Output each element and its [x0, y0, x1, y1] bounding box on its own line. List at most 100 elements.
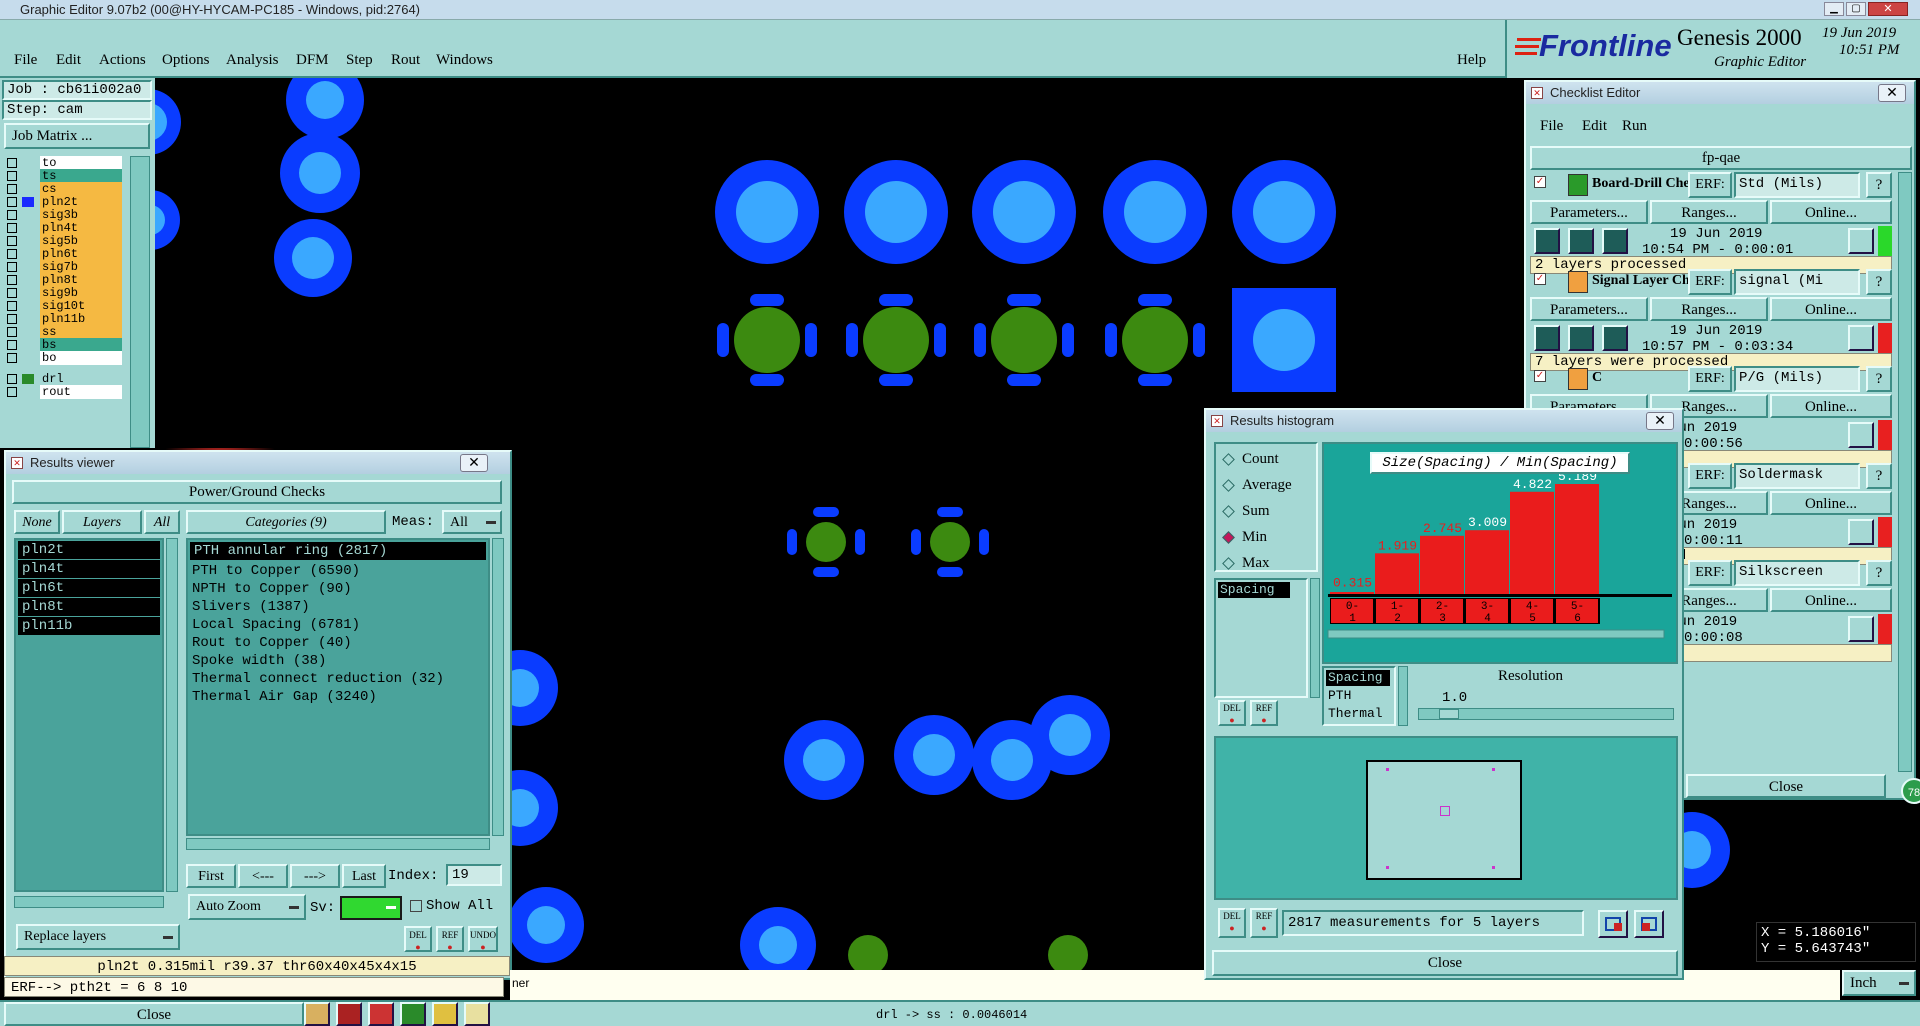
menu-file[interactable]: File: [14, 52, 37, 69]
help-button[interactable]: ?: [1866, 366, 1892, 392]
layer-checkbox[interactable]: [7, 340, 17, 350]
layer-checkbox[interactable]: [7, 210, 17, 220]
layer-name[interactable]: pln11b: [40, 312, 122, 326]
results-layer-scrollbar[interactable]: [166, 538, 178, 892]
erf-value[interactable]: Silkscreen: [1734, 560, 1860, 586]
item-checkbox[interactable]: ✓: [1534, 370, 1546, 382]
help-button[interactable]: ?: [1866, 463, 1892, 489]
layer-name[interactable]: sig9b: [40, 286, 122, 300]
layer-name[interactable]: drl: [40, 372, 122, 386]
category-item[interactable]: Slivers (1387): [188, 598, 488, 616]
item-checkbox[interactable]: ✓: [1534, 273, 1546, 285]
categories-button[interactable]: Categories (9): [186, 510, 386, 534]
category-item[interactable]: Thermal Air Gap (3240): [188, 688, 488, 706]
main-close-button[interactable]: Close: [4, 1002, 304, 1026]
layer-checkbox[interactable]: [7, 327, 17, 337]
close-icon[interactable]: ✕: [1868, 2, 1908, 16]
field-scrollbar[interactable]: [1398, 666, 1408, 726]
layer-name[interactable]: bo: [40, 351, 122, 365]
run-icon[interactable]: [1602, 228, 1628, 254]
checklist-menu-edit[interactable]: Edit: [1582, 118, 1607, 135]
run-icon[interactable]: [1568, 228, 1594, 254]
menu-rout[interactable]: Rout: [391, 52, 420, 69]
maximize-icon[interactable]: ▢: [1846, 2, 1866, 16]
run-icon[interactable]: [1534, 228, 1560, 254]
item-name[interactable]: Signal Layer Ch: [1592, 273, 1688, 289]
item-checkbox[interactable]: ✓: [1534, 176, 1546, 188]
tool-icon-2[interactable]: [336, 1002, 362, 1026]
menu-edit[interactable]: Edit: [56, 52, 81, 69]
report-icon[interactable]: [1634, 910, 1664, 938]
categories-list[interactable]: PTH annular ring (2817) PTH to Copper (65…: [186, 538, 490, 836]
layer-scrollbar[interactable]: [130, 156, 150, 448]
category-item[interactable]: PTH annular ring (2817): [190, 542, 486, 560]
tool-icon-3[interactable]: [368, 1002, 394, 1026]
erf-value[interactable]: Std (Mils): [1734, 172, 1860, 198]
zoom-icon[interactable]: [1848, 228, 1874, 254]
zoom-icon[interactable]: [1848, 616, 1874, 642]
hist-del-button[interactable]: DEL ●: [1218, 700, 1246, 726]
zoom-icon[interactable]: [1848, 422, 1874, 448]
categories-hscrollbar[interactable]: [186, 838, 490, 850]
layer-name[interactable]: ss: [40, 325, 122, 339]
results-layer-item[interactable]: pln2t: [18, 541, 160, 559]
category-item[interactable]: Rout to Copper (40): [188, 634, 488, 652]
mode-option[interactable]: Average: [1222, 476, 1318, 496]
menu-help[interactable]: Help: [1457, 52, 1486, 69]
online-button[interactable]: Online...: [1770, 394, 1892, 418]
results-layer-item[interactable]: pln4t: [18, 560, 160, 578]
layer-checkbox[interactable]: [7, 197, 17, 207]
histogram-close-button[interactable]: Close: [1212, 950, 1678, 976]
filter-all-button[interactable]: All: [144, 510, 180, 534]
radio-diamond-icon[interactable]: [1222, 453, 1235, 466]
tool-icon-1[interactable]: [304, 1002, 330, 1026]
filter-layers-button[interactable]: Layers: [62, 510, 142, 534]
auto-zoom-select[interactable]: Auto Zoom: [188, 894, 306, 920]
ranges-button[interactable]: Ranges...: [1650, 297, 1768, 321]
online-button[interactable]: Online...: [1770, 491, 1892, 515]
menu-analysis[interactable]: Analysis: [226, 52, 279, 69]
layer-checkbox[interactable]: [7, 387, 17, 397]
parameters-button[interactable]: Parameters...: [1530, 297, 1648, 321]
layer-checkbox[interactable]: [7, 249, 17, 259]
layer-checkbox[interactable]: [7, 262, 17, 272]
online-button[interactable]: Online...: [1770, 588, 1892, 612]
last-button[interactable]: Last: [342, 864, 386, 888]
categories-scrollbar[interactable]: [492, 538, 504, 836]
help-button[interactable]: ?: [1866, 560, 1892, 586]
tool-icon-5[interactable]: [432, 1002, 458, 1026]
mode-option[interactable]: Sum: [1222, 502, 1318, 522]
layer-name[interactable]: to: [40, 156, 122, 170]
attribute-scrollbar[interactable]: [1310, 578, 1320, 698]
mode-option[interactable]: Count: [1222, 450, 1318, 470]
preview-del-button[interactable]: DEL ●: [1218, 908, 1246, 938]
field-thermal[interactable]: Thermal: [1326, 706, 1383, 722]
layer-checkbox[interactable]: [7, 275, 17, 285]
layer-name[interactable]: pln8t: [40, 273, 122, 287]
erf-value[interactable]: Soldermask: [1734, 463, 1860, 489]
layer-checkbox[interactable]: [7, 236, 17, 246]
checklist-menu-run[interactable]: Run: [1622, 118, 1647, 135]
sv-color-select[interactable]: [340, 896, 402, 920]
layer-name[interactable]: ts: [40, 169, 122, 183]
item-name[interactable]: Board-Drill Che: [1592, 176, 1688, 192]
radio-diamond-icon[interactable]: [1222, 531, 1235, 544]
help-button[interactable]: ?: [1866, 172, 1892, 198]
layer-name[interactable]: bs: [40, 338, 122, 352]
prev-button[interactable]: <---: [238, 864, 288, 888]
run-icon[interactable]: [1568, 325, 1594, 351]
tool-icon-4[interactable]: [400, 1002, 426, 1026]
run-icon[interactable]: [1602, 325, 1628, 351]
zoom-icon[interactable]: [1848, 519, 1874, 545]
layer-name[interactable]: pln4t: [40, 221, 122, 235]
menu-options[interactable]: Options: [162, 52, 210, 69]
layer-name[interactable]: rout: [40, 385, 122, 399]
layer-checkbox[interactable]: [7, 314, 17, 324]
menu-windows[interactable]: Windows: [436, 52, 493, 69]
mode-option[interactable]: Max: [1222, 554, 1318, 574]
first-button[interactable]: First: [186, 864, 236, 888]
resolution-slider-handle[interactable]: [1439, 709, 1459, 719]
category-item[interactable]: Thermal connect reduction (32): [188, 670, 488, 688]
preview-ref-button[interactable]: REF ●: [1250, 908, 1278, 938]
layer-checkbox[interactable]: [7, 301, 17, 311]
